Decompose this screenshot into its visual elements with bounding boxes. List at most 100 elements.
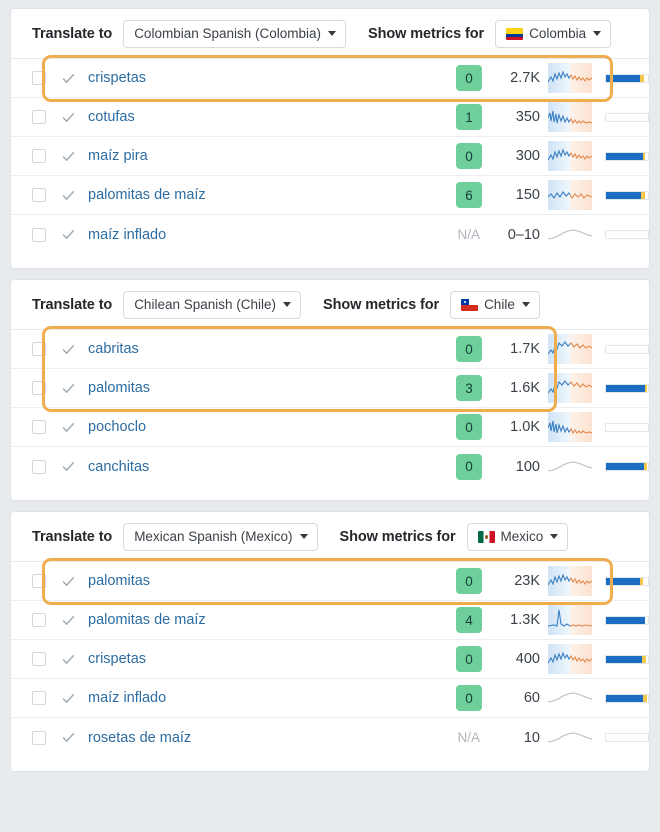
row-checkbox[interactable] xyxy=(32,71,46,85)
search-volume-value: 150 xyxy=(515,187,540,203)
table-row[interactable]: crispetas 0 400 xyxy=(11,640,649,679)
trend-sparkline xyxy=(548,644,592,674)
row-checkbox[interactable] xyxy=(32,342,46,356)
row-checkbox[interactable] xyxy=(32,149,46,163)
check-icon xyxy=(57,149,79,164)
country-flag-icon xyxy=(477,530,495,543)
language-select[interactable]: Mexican Spanish (Mexico) xyxy=(123,522,318,551)
language-select[interactable]: Chilean Spanish (Chile) xyxy=(123,290,302,319)
row-checkbox[interactable] xyxy=(32,730,46,745)
keyword-link[interactable]: palomitas de maíz xyxy=(88,187,456,203)
search-volume-value: 300 xyxy=(515,148,540,164)
keyword-link[interactable]: crispetas xyxy=(88,70,456,86)
keyword-difficulty-badge: N/A xyxy=(457,227,480,242)
row-checkbox[interactable] xyxy=(32,110,46,124)
search-volume-value: 2.7K xyxy=(510,70,540,86)
keyword-difficulty-badge: 0 xyxy=(456,685,482,711)
keyword-difficulty-badge: 4 xyxy=(456,607,482,633)
trend-sparkline xyxy=(548,605,592,635)
trend-sparkline xyxy=(548,723,592,753)
keyword-link[interactable]: rosetas de maíz xyxy=(88,730,455,746)
language-select-value: Chilean Spanish (Chile) xyxy=(134,297,277,312)
bar-segment-blue xyxy=(606,616,646,624)
keyword-link[interactable]: palomitas xyxy=(88,380,456,396)
search-volume-value: 400 xyxy=(515,651,540,667)
check-icon xyxy=(57,613,79,628)
keyword-table: crispetas 0 2.7K cotufas 1 350 maíz pira 0 300 pa… xyxy=(11,55,649,254)
keyword-link[interactable]: maíz pira xyxy=(88,148,456,164)
serp-position-bar xyxy=(605,151,649,161)
language-select[interactable]: Colombian Spanish (Colombia) xyxy=(123,19,347,48)
table-row[interactable]: maíz pira 0 300 xyxy=(11,137,649,176)
row-checkbox[interactable] xyxy=(32,227,46,242)
check-icon xyxy=(57,652,79,667)
keyword-difficulty-badge: 0 xyxy=(456,646,482,672)
keyword-link[interactable]: maíz inflado xyxy=(88,227,455,243)
trend-sparkline xyxy=(548,452,592,482)
country-select[interactable]: Mexico xyxy=(466,522,569,551)
chevron-down-icon xyxy=(283,302,292,307)
check-icon xyxy=(57,574,79,589)
table-row[interactable]: cabritas 0 1.7K xyxy=(11,330,649,369)
table-row[interactable]: palomitas 3 1.6K xyxy=(11,369,649,408)
keyword-link[interactable]: pochoclo xyxy=(88,419,456,435)
language-section-card: Translate to Mexican Spanish (Mexico) Show… xyxy=(10,511,650,772)
keyword-link[interactable]: canchitas xyxy=(88,459,456,475)
country-select[interactable]: Chile xyxy=(450,290,540,319)
table-row[interactable]: maíz inflado N/A 0–10 xyxy=(11,215,649,254)
row-checkbox[interactable] xyxy=(32,420,46,434)
keyword-link[interactable]: crispetas xyxy=(88,651,456,667)
trend-sparkline xyxy=(548,566,592,596)
serp-position-bar xyxy=(605,73,649,83)
serp-position-bar xyxy=(605,576,649,586)
card-bottom-padding xyxy=(11,254,649,268)
bar-segment-blue xyxy=(606,191,642,199)
translate-to-label: Translate to xyxy=(32,528,113,545)
translation-keyword-panel: Translate to Colombian Spanish (Colombia)… xyxy=(0,0,660,832)
table-row[interactable]: palomitas de maíz 4 1.3K xyxy=(11,601,649,640)
table-row[interactable]: palomitas 0 23K xyxy=(11,562,649,601)
table-row[interactable]: palomitas de maíz 6 150 xyxy=(11,176,649,215)
bar-segment-blue xyxy=(606,694,643,702)
card-bottom-padding xyxy=(11,486,649,500)
table-row[interactable]: canchitas 0 100 xyxy=(11,447,649,486)
row-checkbox[interactable] xyxy=(32,691,46,705)
trend-sparkline xyxy=(548,102,592,132)
table-row[interactable]: cotufas 1 350 xyxy=(11,98,649,137)
keyword-link[interactable]: palomitas de maíz xyxy=(88,612,456,628)
keyword-link[interactable]: maíz inflado xyxy=(88,690,456,706)
country-select-value: Colombia xyxy=(529,26,587,41)
keyword-difficulty-badge: 0 xyxy=(456,414,482,440)
table-row[interactable]: crispetas 0 2.7K xyxy=(11,59,649,98)
country-select[interactable]: Colombia xyxy=(495,19,612,48)
keyword-link[interactable]: palomitas xyxy=(88,573,456,589)
serp-position-bar xyxy=(605,112,649,122)
table-row[interactable]: rosetas de maíz N/A 10 xyxy=(11,718,649,757)
search-volume-value: 23K xyxy=(514,573,540,589)
keyword-difficulty-badge: 6 xyxy=(456,182,482,208)
row-checkbox[interactable] xyxy=(32,652,46,666)
keyword-link[interactable]: cotufas xyxy=(88,109,456,125)
table-row[interactable]: maíz inflado 0 60 xyxy=(11,679,649,718)
table-row[interactable]: pochoclo 0 1.0K xyxy=(11,408,649,447)
row-checkbox[interactable] xyxy=(32,459,46,474)
row-checkbox[interactable] xyxy=(32,574,46,588)
keyword-link[interactable]: cabritas xyxy=(88,341,456,357)
section-toolbar: Translate to Chilean Spanish (Chile) Show … xyxy=(11,280,649,330)
country-select-value: Mexico xyxy=(500,529,544,544)
bar-segment-yellow xyxy=(642,152,646,160)
row-checkbox[interactable] xyxy=(32,188,46,202)
bar-segment-blue xyxy=(606,384,645,392)
trend-sparkline xyxy=(548,141,592,171)
row-checkbox[interactable] xyxy=(32,381,46,395)
bar-segment-blue xyxy=(606,655,643,663)
card-bottom-padding xyxy=(11,757,649,771)
keyword-difficulty-badge: 0 xyxy=(456,65,482,91)
section-toolbar: Translate to Mexican Spanish (Mexico) Show… xyxy=(11,512,649,562)
search-volume-value: 100 xyxy=(515,458,540,475)
row-checkbox[interactable] xyxy=(32,613,46,627)
search-volume-value: 350 xyxy=(515,109,540,125)
bar-segment-yellow xyxy=(639,577,643,585)
serp-position-bar xyxy=(605,693,649,703)
serp-position-bar xyxy=(605,654,649,664)
